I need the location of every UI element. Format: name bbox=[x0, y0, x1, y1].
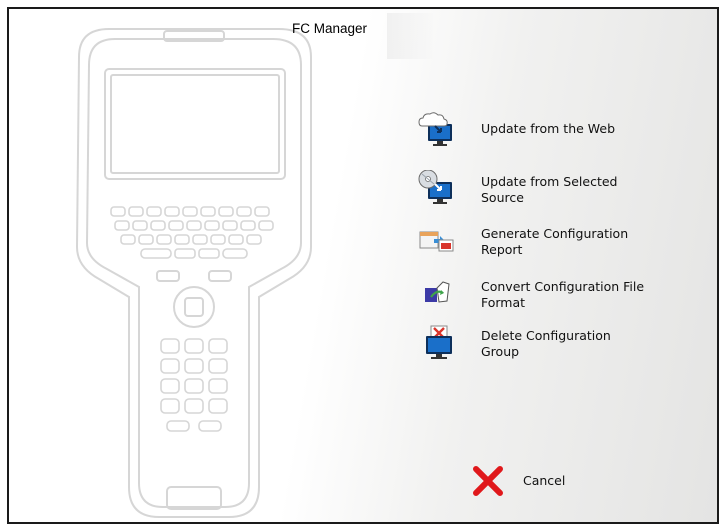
convert-file-icon bbox=[425, 281, 450, 303]
generate-configuration-report-button[interactable]: Generate Configuration Report bbox=[417, 222, 657, 262]
update-from-selected-source-label: Update from Selected Source bbox=[481, 174, 618, 205]
delete-monitor-icon bbox=[426, 325, 452, 359]
generate-configuration-report-label: Generate Configuration Report bbox=[481, 226, 629, 257]
title-shade bbox=[387, 13, 433, 59]
delete-configuration-group-button[interactable]: Delete Configuration Group bbox=[417, 324, 657, 364]
cloud-monitor-icon bbox=[418, 112, 452, 146]
convert-configuration-file-format-label: Convert Configuration File Format bbox=[481, 279, 645, 310]
update-from-web-button[interactable]: Update from the Web bbox=[417, 112, 657, 152]
handheld-device-illustration bbox=[75, 28, 312, 518]
disc-monitor-icon bbox=[418, 170, 452, 204]
fc-manager-window: FC Manager Update from the Web Update fr… bbox=[7, 7, 719, 524]
convert-configuration-file-format-button[interactable]: Convert Configuration File Format bbox=[417, 275, 657, 315]
report-icon bbox=[419, 231, 454, 252]
window-title: FC Manager bbox=[292, 21, 368, 36]
red-x-icon bbox=[473, 466, 503, 496]
update-from-web-label: Update from the Web bbox=[481, 121, 616, 136]
update-from-selected-source-button[interactable]: Update from Selected Source bbox=[417, 170, 657, 210]
cancel-label: Cancel bbox=[523, 473, 566, 488]
delete-configuration-group-label: Delete Configuration Group bbox=[481, 328, 611, 359]
cancel-button[interactable]: Cancel bbox=[471, 464, 591, 500]
